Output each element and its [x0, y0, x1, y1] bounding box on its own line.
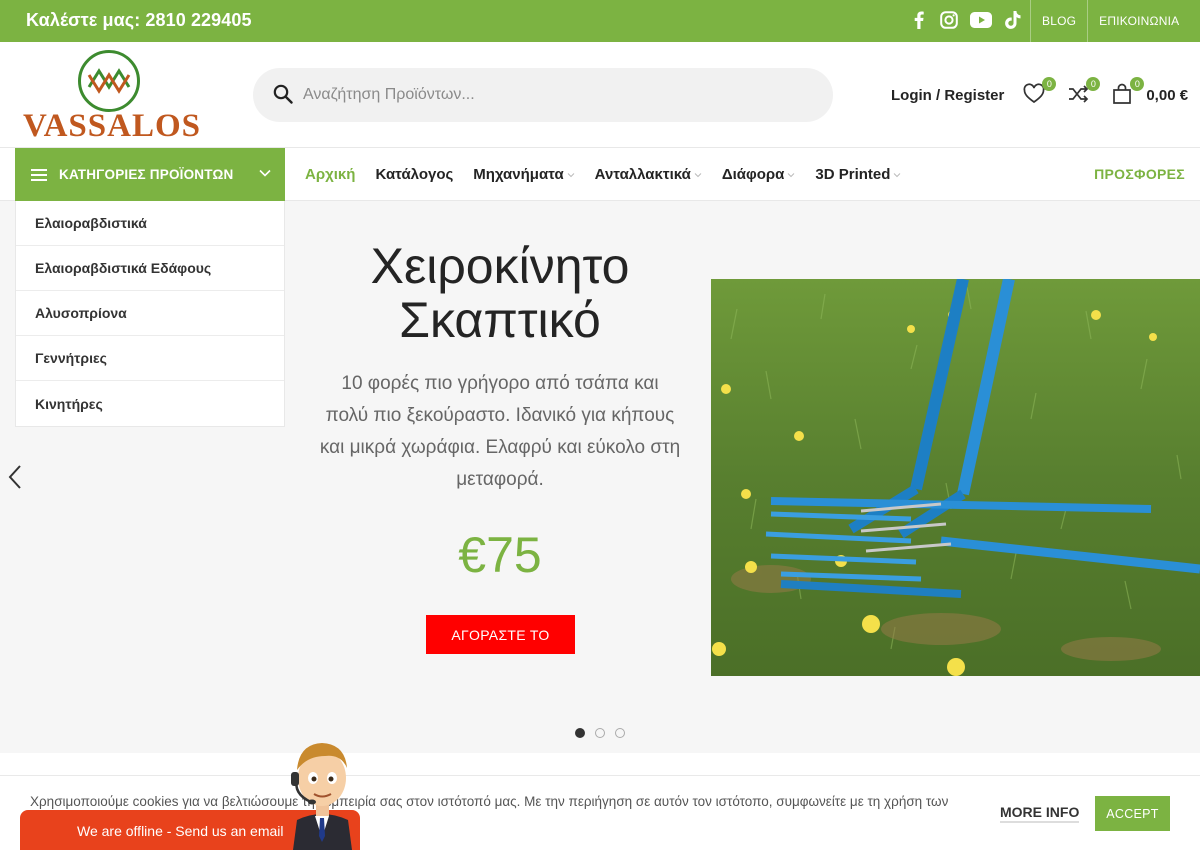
category-item[interactable]: Αλυσοπρίονα	[16, 291, 284, 336]
social-links	[910, 9, 1022, 31]
cart-count-badge: 0	[1130, 77, 1145, 91]
chevron-left-icon	[8, 465, 21, 489]
category-item[interactable]: Κινητήρες	[16, 381, 284, 426]
search-icon[interactable]	[273, 84, 295, 106]
site-header: VASSALOS Login / Register 0 0 0 0,00 €	[0, 42, 1200, 148]
chevron-down-icon	[694, 172, 702, 177]
chevron-down-icon	[567, 172, 575, 177]
site-logo[interactable]: VASSALOS	[16, 48, 208, 144]
hero-price: €75	[458, 527, 542, 583]
slider-dots	[575, 728, 625, 738]
search-bar	[253, 68, 833, 122]
compare-button[interactable]: 0	[1067, 77, 1101, 107]
chevron-down-icon	[894, 172, 901, 177]
categories-toggle-button[interactable]: ΚΑΤΗΓΟΡΙΕΣ ΠΡΟΪΟΝΤΩΝ	[15, 148, 285, 201]
offers-link[interactable]: ΠΡΟΣΦΟΡΕΣ	[1094, 166, 1185, 182]
logo-emblem	[78, 50, 140, 112]
wishlist-button[interactable]: 0	[1023, 77, 1057, 107]
contact-link[interactable]: ΕΠΙΚΟΙΝΩΝΙΑ	[1087, 0, 1190, 42]
login-register-link[interactable]: Login / Register	[891, 87, 1004, 104]
search-input[interactable]	[303, 68, 813, 122]
nav-item-label: Διάφορα	[721, 166, 785, 183]
nav-item-parts[interactable]: Ανταλλακτικά	[595, 166, 702, 183]
slider-dot-3[interactable]	[615, 728, 625, 738]
buy-now-button[interactable]: ΑΓΟΡΑΣΤΕ ΤΟ	[426, 615, 575, 654]
hamburger-icon	[31, 168, 47, 181]
facebook-icon[interactable]	[910, 9, 928, 31]
nav-item-3d-printed[interactable]: 3D Printed	[815, 166, 901, 183]
nav-item-misc[interactable]: Διάφορα	[722, 166, 796, 183]
nav-item-label: Αρχική	[305, 166, 356, 183]
nav-item-label: 3D Printed	[815, 166, 891, 183]
nav-item-label: Ανταλλακτικά	[594, 166, 691, 183]
hero-title: Χειροκίνητο Σκαπτικό	[300, 239, 700, 347]
cart-button[interactable]: 0	[1111, 77, 1145, 107]
category-dropdown-list: Ελαιοραβδιστικά Ελαιοραβδιστικά Εδάφους …	[15, 201, 285, 427]
chevron-down-icon	[259, 169, 271, 177]
slider-dot-1[interactable]	[575, 728, 585, 738]
top-bar: Καλέστε μας: 2810 229405 BLOG ΕΠΙΚΟΙΝΩΝΙ…	[0, 0, 1200, 42]
nav-item-label: Μηχανήματα	[473, 166, 564, 183]
nav-item-machines[interactable]: Μηχανήματα	[473, 166, 575, 183]
logo-text: VASSALOS	[23, 108, 201, 144]
header-actions: Login / Register 0 0 0 0,00 €	[891, 77, 1188, 112]
primary-menu: Αρχική Κατάλογος Μηχανήματα Ανταλλακτικά…	[305, 148, 921, 201]
cart-total[interactable]: 0,00 €	[1146, 87, 1188, 104]
categories-label: ΚΑΤΗΓΟΡΙΕΣ ΠΡΟΪΟΝΤΩΝ	[59, 167, 234, 182]
phone-number[interactable]: Καλέστε μας: 2810 229405	[26, 10, 252, 31]
slider-dot-2[interactable]	[595, 728, 605, 738]
tiktok-icon[interactable]	[1004, 9, 1022, 31]
hero-slider: Ελαιοραβδιστικά Ελαιοραβδιστικά Εδάφους …	[0, 201, 1200, 753]
chat-label: We are offline - Send us an email	[77, 823, 284, 839]
wishlist-count-badge: 0	[1042, 77, 1057, 91]
nav-item-label: Κατάλογος	[375, 166, 454, 183]
more-info-link[interactable]: MORE INFO	[1000, 804, 1080, 823]
hero-title-line: Σκαπτικό	[399, 292, 601, 348]
chevron-down-icon	[788, 172, 795, 177]
category-item[interactable]: Ελαιοραβδιστικά Εδάφους	[16, 246, 284, 291]
youtube-icon[interactable]	[970, 9, 992, 31]
main-nav: ΚΑΤΗΓΟΡΙΕΣ ΠΡΟΪΟΝΤΩΝ Αρχική Κατάλογος Μη…	[0, 148, 1200, 201]
support-agent-avatar[interactable]	[285, 738, 360, 850]
slider-prev-arrow[interactable]	[6, 463, 26, 491]
hero-product-image	[711, 279, 1200, 676]
category-item[interactable]: Γεννήτριες	[16, 336, 284, 381]
instagram-icon[interactable]	[940, 9, 958, 31]
cookie-text: Χρησιμοποιούμε cookies για να βελτιώσουμ…	[30, 794, 949, 809]
compare-count-badge: 0	[1086, 77, 1101, 91]
nav-item-home[interactable]: Αρχική	[305, 166, 355, 183]
nav-item-catalog[interactable]: Κατάλογος	[375, 166, 453, 183]
accept-cookies-button[interactable]: ACCEPT	[1095, 796, 1170, 831]
hero-title-line: Χειροκίνητο	[370, 238, 630, 294]
blog-link[interactable]: BLOG	[1030, 0, 1087, 42]
category-item[interactable]: Ελαιοραβδιστικά	[16, 201, 284, 246]
hero-description: 10 φορές πιο γρήγορο από τσάπα και πολύ …	[319, 373, 681, 490]
top-links: BLOG ΕΠΙΚΟΙΝΩΝΙΑ	[1030, 0, 1190, 42]
